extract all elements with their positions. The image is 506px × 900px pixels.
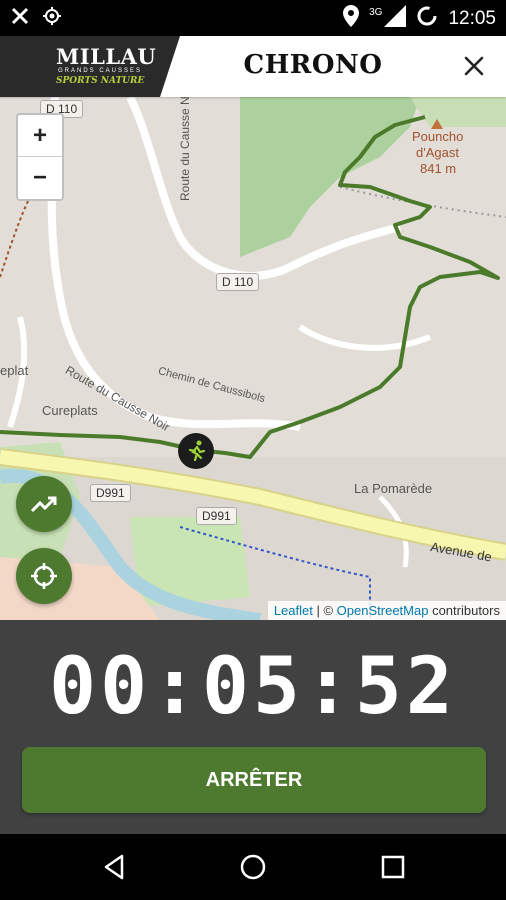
map-attribution: Leaflet | © OpenStreetMap contributors [267,601,506,620]
zoom-in-button[interactable]: + [18,115,62,156]
logo-main-text: MILLAU [56,44,157,69]
status-bar: 3G 12:05 [0,0,506,36]
network-label: 3G [369,7,383,18]
runner-icon [188,440,206,462]
chrono-timer: 00:05:52 [49,642,457,732]
gps-target-icon [42,6,62,31]
logo-sub-text: GRANDS CAUSSES [58,68,143,74]
sync-icon [416,5,438,32]
road-label-d991-left: D991 [90,484,131,502]
home-icon[interactable] [238,852,268,882]
logo-tagline: SPORTS NATURE [56,76,145,86]
signal-icon [384,5,407,32]
trending-up-icon [30,496,57,513]
timer-panel: 00:05:52 ARRÊTER [0,620,506,834]
zoom-out-button[interactable]: − [18,156,62,198]
trend-button[interactable] [16,476,72,532]
close-icon[interactable] [460,52,488,80]
zoom-control: + − [16,113,64,201]
status-time: 12:05 [448,7,496,29]
crosshair-icon [31,563,57,589]
place-label-eplat: eplat [0,363,29,378]
stop-button[interactable]: ARRÊTER [22,747,486,813]
runner-position-marker[interactable] [178,433,214,469]
road-label-d110-mid: D 110 [216,273,260,291]
map-view[interactable]: D 110 D 110 Route du Causse Noir Route d… [0,97,506,620]
leaflet-link[interactable]: Leaflet [274,603,313,618]
place-label-la-pomarede: La Pomarède [354,481,433,496]
crossed-tools-icon [10,6,30,31]
osm-link[interactable]: OpenStreetMap [337,603,429,618]
locate-button[interactable] [16,548,72,604]
attribution-separator: | © [312,603,337,618]
road-label-d991-mid: D991 [196,507,237,525]
back-icon[interactable] [100,852,130,882]
recents-icon[interactable] [378,852,408,882]
location-pin-icon [343,5,360,32]
peak-label-name2: d'Agast [416,145,459,160]
app-bar: MILLAU GRANDS CAUSSES SPORTS NATURE CHRO… [0,36,506,97]
peak-label-altitude: 841 m [420,161,457,176]
peak-label-name: Pouncho [412,129,464,144]
page-title: CHRONO [243,50,383,80]
millau-logo: MILLAU GRANDS CAUSSES SPORTS NATURE [0,36,180,97]
place-label-cureplats: Cureplats [42,403,98,418]
navigation-bar [0,834,506,900]
attribution-contributors: contributors [428,603,500,618]
road-label-causse-noir-vertical: Route du Causse Noir [178,97,192,201]
